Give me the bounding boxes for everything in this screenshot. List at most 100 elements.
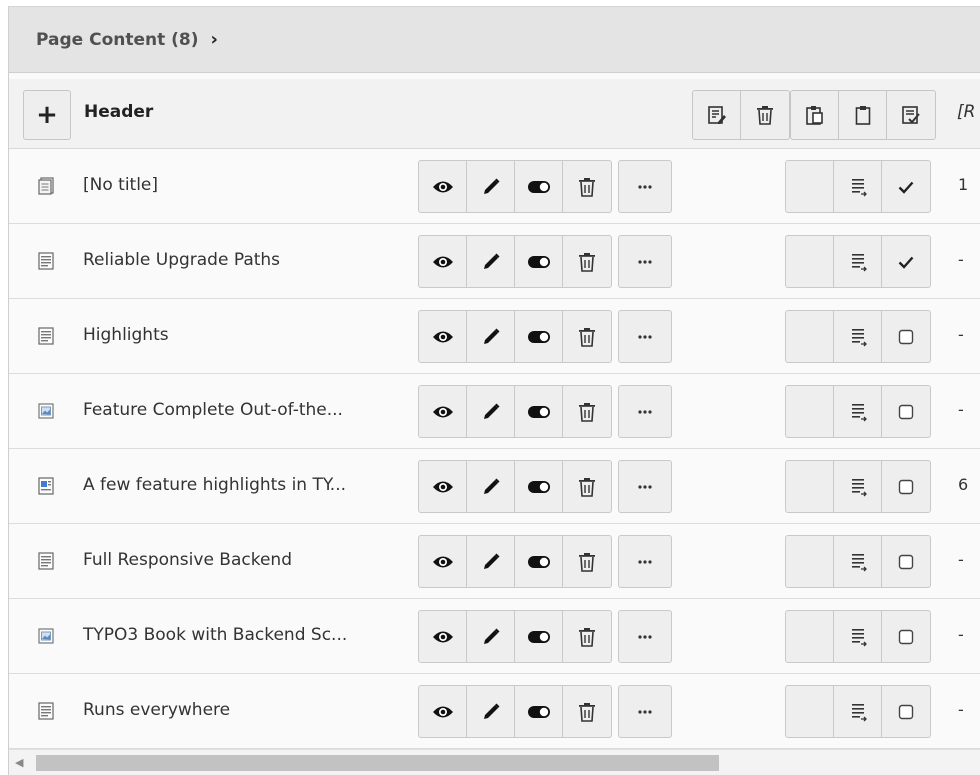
hide-toggle-button[interactable] [515, 686, 563, 737]
scrollbar-thumb[interactable] [36, 755, 719, 771]
hide-toggle-button[interactable] [515, 461, 563, 512]
content-textpic-icon[interactable] [38, 477, 54, 495]
hide-toggle-button[interactable] [515, 386, 563, 437]
view-button[interactable] [419, 236, 467, 287]
hide-toggle-button[interactable] [515, 611, 563, 662]
delete-button[interactable] [563, 311, 611, 362]
clipboard-list-button[interactable] [834, 386, 882, 437]
select-checkbox[interactable] [882, 611, 930, 662]
clipboard-blank-slot[interactable] [786, 311, 834, 362]
clipboard-list-button[interactable] [834, 161, 882, 212]
clipboard-blank-slot[interactable] [786, 536, 834, 587]
panel-title[interactable]: Page Content (8) [36, 30, 199, 50]
view-button[interactable] [419, 311, 467, 362]
select-checkbox[interactable] [882, 311, 930, 362]
edit-button[interactable] [467, 311, 515, 362]
select-checkbox[interactable] [882, 236, 930, 287]
content-text-icon[interactable] [38, 252, 54, 270]
scroll-left-icon[interactable]: ◀ [15, 756, 23, 769]
delete-button[interactable] [563, 686, 611, 737]
clipboard-list-button[interactable] [834, 236, 882, 287]
hide-toggle-button[interactable] [515, 311, 563, 362]
edit-button[interactable] [467, 161, 515, 212]
content-text-icon[interactable] [38, 702, 54, 720]
clipboard-blank-slot[interactable] [786, 386, 834, 437]
more-actions-button[interactable] [618, 535, 672, 588]
content-image-icon[interactable] [38, 627, 54, 645]
row-action-group [418, 385, 612, 438]
view-button[interactable] [419, 611, 467, 662]
content-text-icon[interactable] [38, 552, 54, 570]
view-button[interactable] [419, 686, 467, 737]
clipboard-blank-slot[interactable] [786, 236, 834, 287]
edit-selected-icon[interactable] [693, 91, 741, 139]
clipboard-blank-slot[interactable] [786, 611, 834, 662]
horizontal-scrollbar[interactable]: ◀ [9, 749, 980, 775]
delete-button[interactable] [563, 461, 611, 512]
eye-icon [432, 404, 454, 420]
paste-icon[interactable] [791, 91, 839, 139]
chevron-right-icon[interactable]: › [211, 29, 218, 50]
delete-button[interactable] [563, 611, 611, 662]
content-image-icon[interactable] [38, 402, 54, 420]
delete-button[interactable] [563, 536, 611, 587]
delete-button[interactable] [563, 386, 611, 437]
row-title[interactable]: Reliable Upgrade Paths [83, 250, 280, 270]
row-title[interactable]: Feature Complete Out-of-the... [83, 400, 343, 420]
more-actions-button[interactable] [618, 310, 672, 363]
delete-button[interactable] [563, 236, 611, 287]
edit-button[interactable] [467, 461, 515, 512]
hide-toggle-button[interactable] [515, 536, 563, 587]
more-actions-button[interactable] [618, 610, 672, 663]
more-icon [638, 709, 652, 714]
content-text-icon[interactable] [38, 327, 54, 345]
more-actions-button[interactable] [618, 235, 672, 288]
content-shortcut-icon[interactable] [38, 177, 54, 195]
add-record-button[interactable]: + [23, 90, 71, 140]
table-row: Reliable Upgrade Paths - [9, 224, 980, 299]
clipboard-list-button[interactable] [834, 311, 882, 362]
hide-toggle-button[interactable] [515, 236, 563, 287]
clipboard-blank-slot[interactable] [786, 461, 834, 512]
more-actions-button[interactable] [618, 385, 672, 438]
select-checkbox[interactable] [882, 686, 930, 737]
row-title[interactable]: Highlights [83, 325, 169, 345]
edit-button[interactable] [467, 536, 515, 587]
edit-button[interactable] [467, 611, 515, 662]
view-button[interactable] [419, 161, 467, 212]
row-title[interactable]: TYPO3 Book with Backend Sc... [83, 625, 347, 645]
more-actions-button[interactable] [618, 460, 672, 513]
clipboard-list-button[interactable] [834, 461, 882, 512]
select-checkbox[interactable] [882, 536, 930, 587]
clipboard-icon[interactable] [839, 91, 887, 139]
select-checkbox[interactable] [882, 161, 930, 212]
more-actions-button[interactable] [618, 160, 672, 213]
select-checkbox[interactable] [882, 386, 930, 437]
row-title[interactable]: Runs everywhere [83, 700, 230, 720]
delete-button[interactable] [563, 161, 611, 212]
eye-icon [432, 629, 454, 645]
clipboard-list-button[interactable] [834, 686, 882, 737]
clipboard-list-button[interactable] [834, 536, 882, 587]
row-title[interactable]: A few feature highlights in TY... [83, 475, 346, 495]
edit-button[interactable] [467, 386, 515, 437]
edit-clipboard-icon[interactable] [887, 91, 935, 139]
clipboard-list-button[interactable] [834, 611, 882, 662]
column-header-label[interactable]: Header [84, 102, 153, 122]
row-title[interactable]: Full Responsive Backend [83, 550, 292, 570]
view-button[interactable] [419, 536, 467, 587]
clipboard-blank-slot[interactable] [786, 686, 834, 737]
table-row: A few feature highlights in TY... 6 [9, 449, 980, 524]
more-actions-button[interactable] [618, 685, 672, 738]
panel-header[interactable]: Page Content (8) › [9, 6, 980, 73]
view-button[interactable] [419, 386, 467, 437]
delete-selected-icon[interactable] [741, 91, 789, 139]
pencil-icon [481, 177, 501, 197]
clipboard-blank-slot[interactable] [786, 161, 834, 212]
hide-toggle-button[interactable] [515, 161, 563, 212]
select-checkbox[interactable] [882, 461, 930, 512]
edit-button[interactable] [467, 686, 515, 737]
view-button[interactable] [419, 461, 467, 512]
edit-button[interactable] [467, 236, 515, 287]
row-title[interactable]: [No title] [83, 175, 158, 195]
